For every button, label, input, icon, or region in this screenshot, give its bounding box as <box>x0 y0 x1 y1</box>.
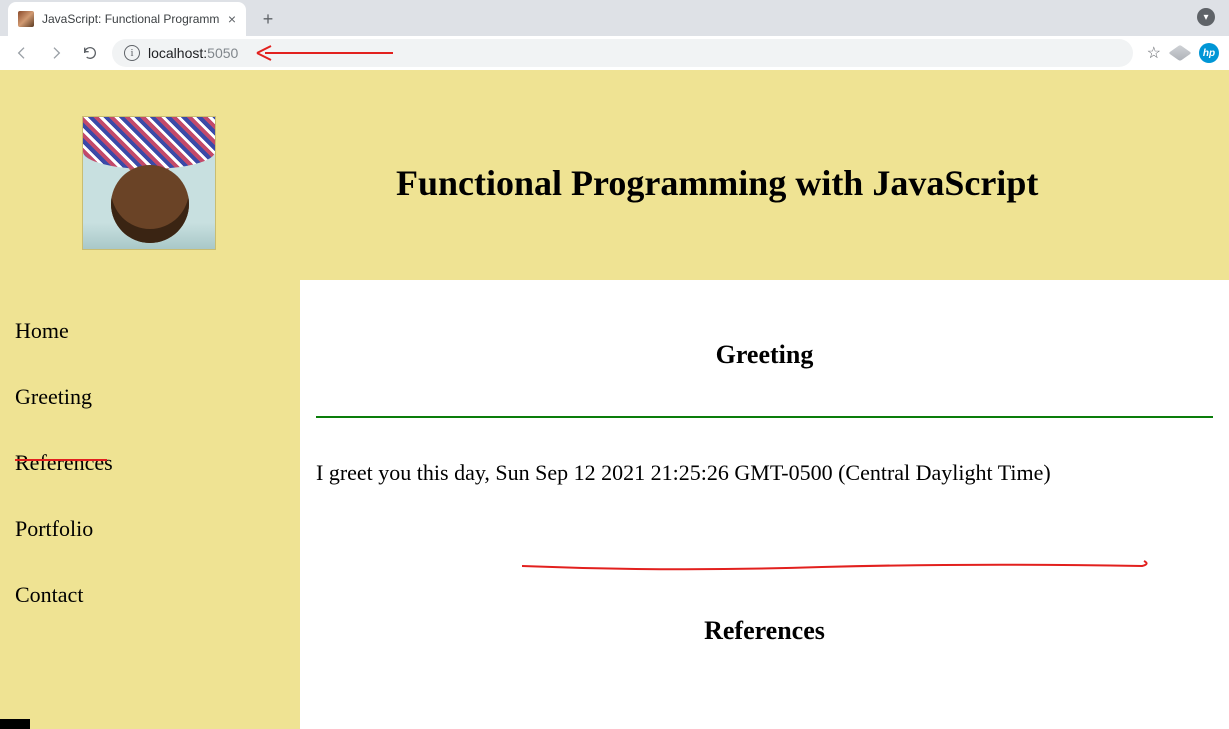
page-body: Functional Programming with JavaScript H… <box>0 70 1229 729</box>
browser-tab[interactable]: JavaScript: Functional Programm × <box>8 2 246 36</box>
nav-link-greeting[interactable]: Greeting <box>15 384 300 410</box>
page-layout: Home Greeting References Portfolio Conta… <box>0 280 1229 729</box>
references-heading: References <box>316 616 1213 646</box>
section-divider <box>316 416 1213 418</box>
url-host: localhost: <box>148 45 207 61</box>
nav-link-home[interactable]: Home <box>15 318 300 344</box>
window-menu-icon[interactable]: ▾ <box>1197 8 1215 26</box>
nav-link-portfolio[interactable]: Portfolio <box>15 516 300 542</box>
site-info-icon[interactable]: i <box>124 45 140 61</box>
bookmark-star-icon[interactable]: ☆ <box>1147 43 1161 63</box>
address-bar[interactable]: i localhost:5050 <box>112 39 1133 67</box>
reload-button[interactable] <box>78 41 102 65</box>
back-button[interactable] <box>10 41 34 65</box>
new-tab-button[interactable]: + <box>254 5 282 33</box>
main-content: Greeting I greet you this day, Sun Sep 1… <box>300 280 1229 729</box>
extension-icon[interactable] <box>1171 44 1189 62</box>
tab-title: JavaScript: Functional Programm <box>42 12 220 26</box>
greeting-heading: Greeting <box>316 340 1213 370</box>
page-header: Functional Programming with JavaScript <box>0 70 1229 280</box>
tab-favicon <box>18 11 34 27</box>
taskbar-nub <box>0 719 30 729</box>
close-tab-icon[interactable]: × <box>228 12 236 26</box>
hp-icon[interactable]: hp <box>1199 43 1219 63</box>
sidebar-nav: Home Greeting References Portfolio Conta… <box>0 280 300 729</box>
page-title: Functional Programming with JavaScript <box>396 162 1038 204</box>
nav-link-references[interactable]: References <box>15 450 300 476</box>
browser-toolbar: i localhost:5050 ☆ hp <box>0 36 1229 70</box>
greeting-text: I greet you this day, Sun Sep 12 2021 21… <box>316 460 1213 486</box>
forward-button[interactable] <box>44 41 68 65</box>
browser-chrome: JavaScript: Functional Programm × + ▾ i … <box>0 0 1229 70</box>
url-port: 5050 <box>207 45 238 61</box>
nav-link-contact[interactable]: Contact <box>15 582 300 608</box>
avatar <box>82 116 216 250</box>
tab-strip: JavaScript: Functional Programm × + <box>0 0 1229 36</box>
